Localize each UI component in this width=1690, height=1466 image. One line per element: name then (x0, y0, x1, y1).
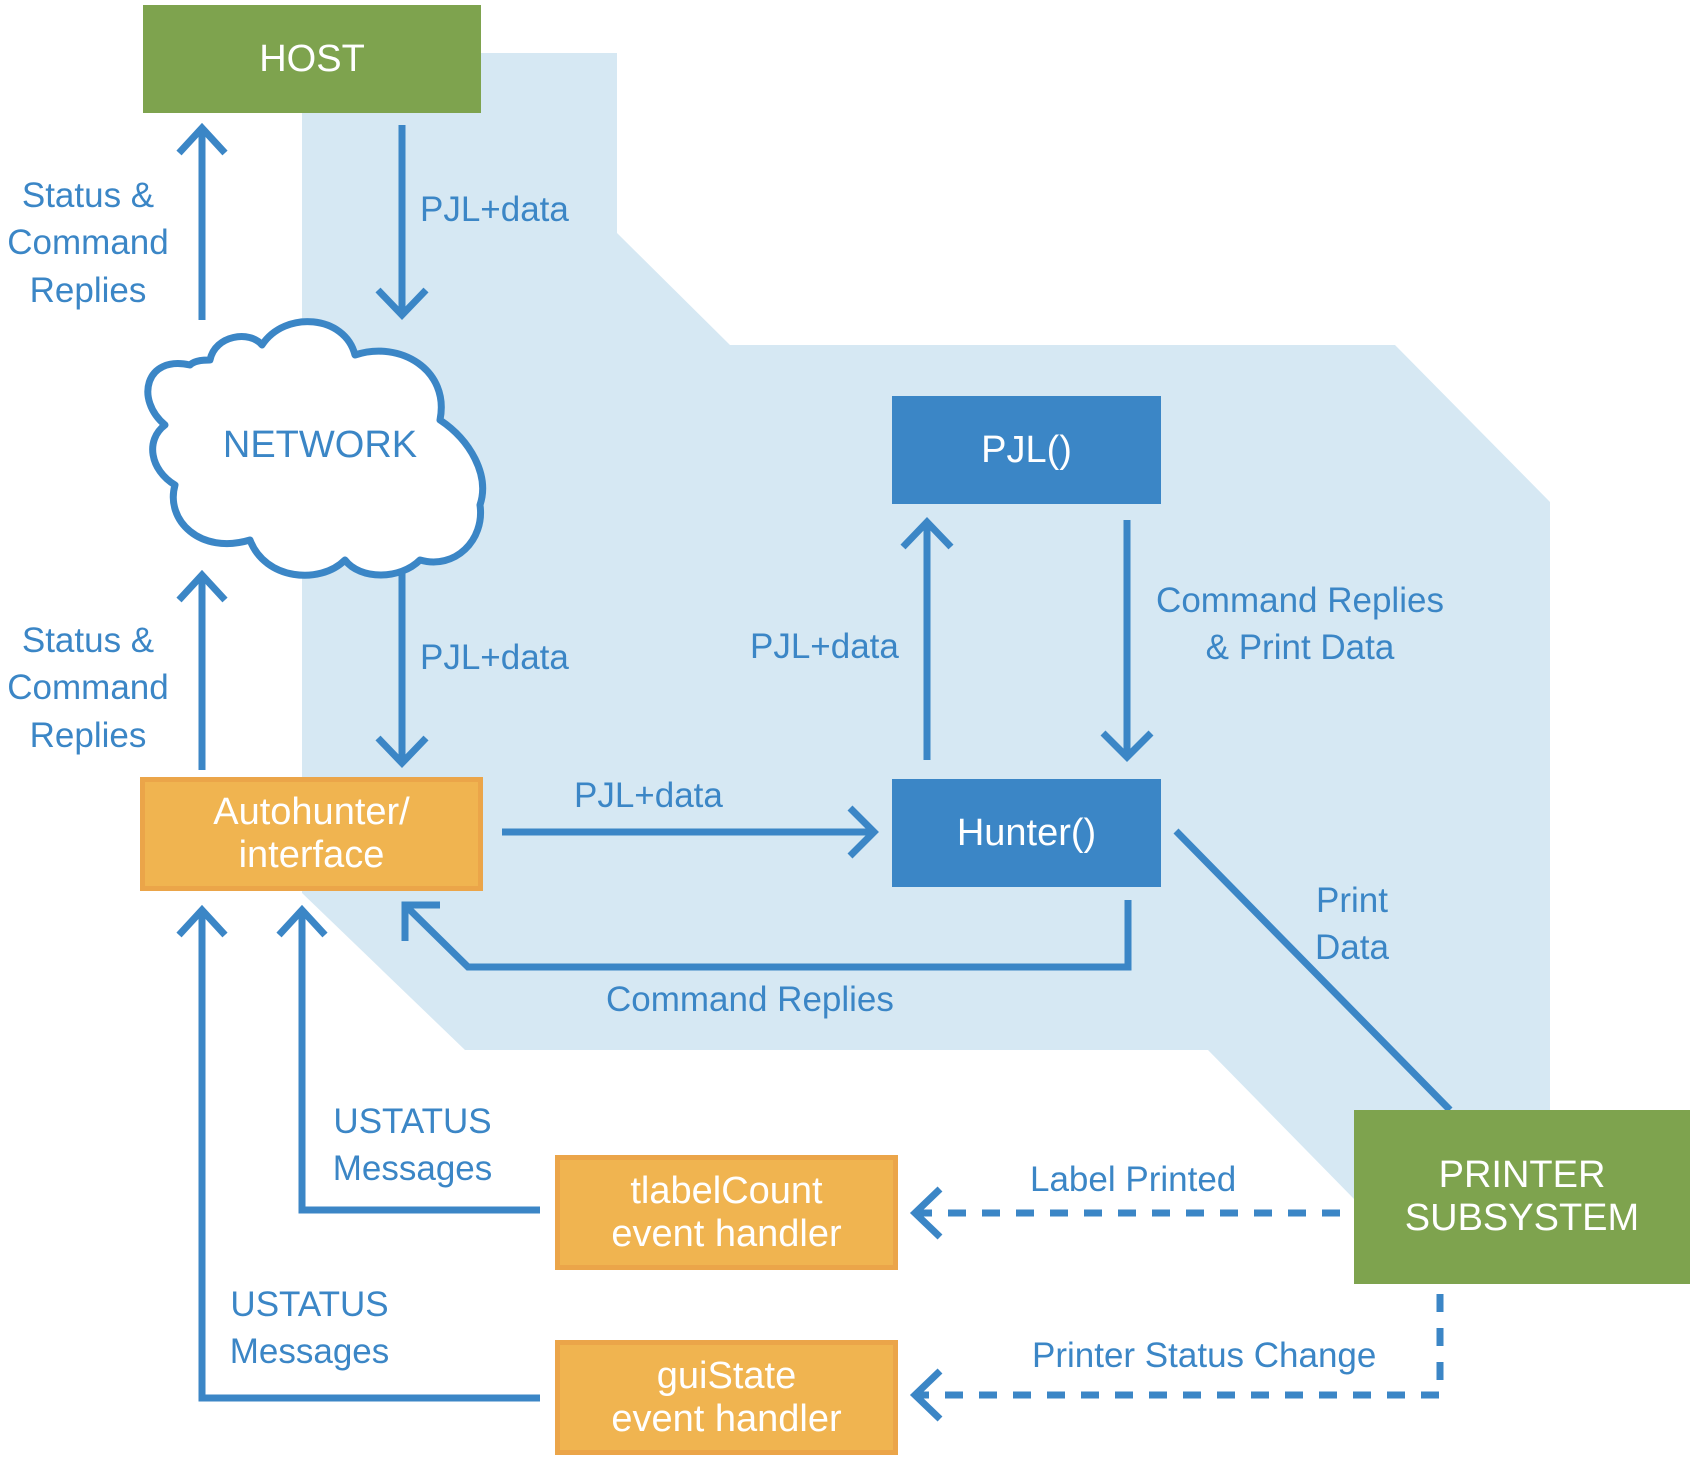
pjl-label: PJL() (981, 428, 1072, 471)
printer-label-line2: SUBSYSTEM (1404, 1197, 1640, 1239)
edge-label-text: PJL+data (750, 627, 899, 666)
edge-label-text: Command Replies (606, 980, 894, 1019)
autohunter-label-line2: interface (238, 834, 385, 876)
edge-label-tlabelcount-to-autohunter: USTATUS Messages (325, 1098, 500, 1193)
edge-label-text: Replies (29, 715, 147, 755)
host-node[interactable]: HOST (143, 5, 481, 113)
hunter-label: Hunter() (956, 811, 1097, 854)
edge-label-text: Messages (229, 1332, 390, 1372)
edge-label-text: Label Printed (1030, 1160, 1237, 1199)
edge-label-network-to-host: Status & Command Replies (0, 172, 176, 314)
guistate-label-line2: event handler (611, 1397, 842, 1440)
edge-label-pjl-to-hunter: Command Replies & Print Data (1145, 577, 1455, 672)
edge-label-text: PJL+data (420, 190, 569, 229)
autohunter-interface-node[interactable]: Autohunter/ interface (140, 777, 483, 891)
printer-subsystem-node[interactable]: PRINTER SUBSYSTEM (1354, 1110, 1690, 1284)
edge-label-text: Command (7, 223, 169, 263)
host-label: HOST (259, 37, 365, 80)
edge-label-text: Status & (21, 621, 155, 660)
network-label: NETWORK (222, 423, 418, 466)
guistate-label-line1: guiState (656, 1354, 797, 1397)
edge-label-host-to-network: PJL+data (420, 186, 569, 233)
edge-label-text: PJL+data (574, 776, 723, 815)
network-node[interactable]: NETWORK (200, 415, 440, 475)
edge-label-hunter-to-pjl: PJL+data (750, 623, 899, 670)
edge-label-text: Data (1315, 928, 1389, 968)
edge-label-text: Command (7, 668, 169, 708)
edge-label-text: PJL+data (420, 638, 569, 677)
edge-label-guistate-to-autohunter: USTATUS Messages (222, 1281, 397, 1376)
edge-label-text: Print (1316, 881, 1388, 920)
edge-label-autohunter-to-hunter: PJL+data (574, 772, 723, 819)
edge-label-text: USTATUS (230, 1285, 389, 1324)
edge-label-text: Printer Status Change (1032, 1336, 1377, 1375)
edge-label-text: Command Replies (1156, 581, 1444, 620)
edge-label-text: Messages (332, 1149, 493, 1189)
edge-label-network-to-autohunter: PJL+data (420, 634, 569, 681)
edge-label-text: & Print Data (1205, 628, 1395, 668)
hunter-function-node[interactable]: Hunter() (892, 779, 1161, 887)
tlabelcount-handler-node[interactable]: tlabelCount event handler (555, 1155, 898, 1270)
edge-label-text: Replies (29, 270, 147, 310)
edge-label-text: USTATUS (333, 1102, 492, 1141)
edge-label-printer-to-guistate: Printer Status Change (1032, 1332, 1376, 1379)
edge-label-hunter-to-autohunter: Command Replies (606, 976, 894, 1023)
edge-label-hunter-to-printer: Print Data (1302, 877, 1402, 972)
tlabelcount-label-line2: event handler (611, 1212, 842, 1255)
printer-label-line1: PRINTER (1438, 1154, 1606, 1197)
guistate-handler-node[interactable]: guiState event handler (555, 1340, 898, 1455)
tlabelcount-label-line1: tlabelCount (630, 1169, 823, 1212)
edge-label-text: Status & (21, 176, 155, 215)
autohunter-label-line1: Autohunter/ (213, 791, 410, 834)
edge-label-printer-to-tlabelcount: Label Printed (1030, 1156, 1236, 1203)
edge-label-autohunter-to-network: Status & Command Replies (0, 617, 176, 759)
pjl-function-node[interactable]: PJL() (892, 396, 1161, 504)
